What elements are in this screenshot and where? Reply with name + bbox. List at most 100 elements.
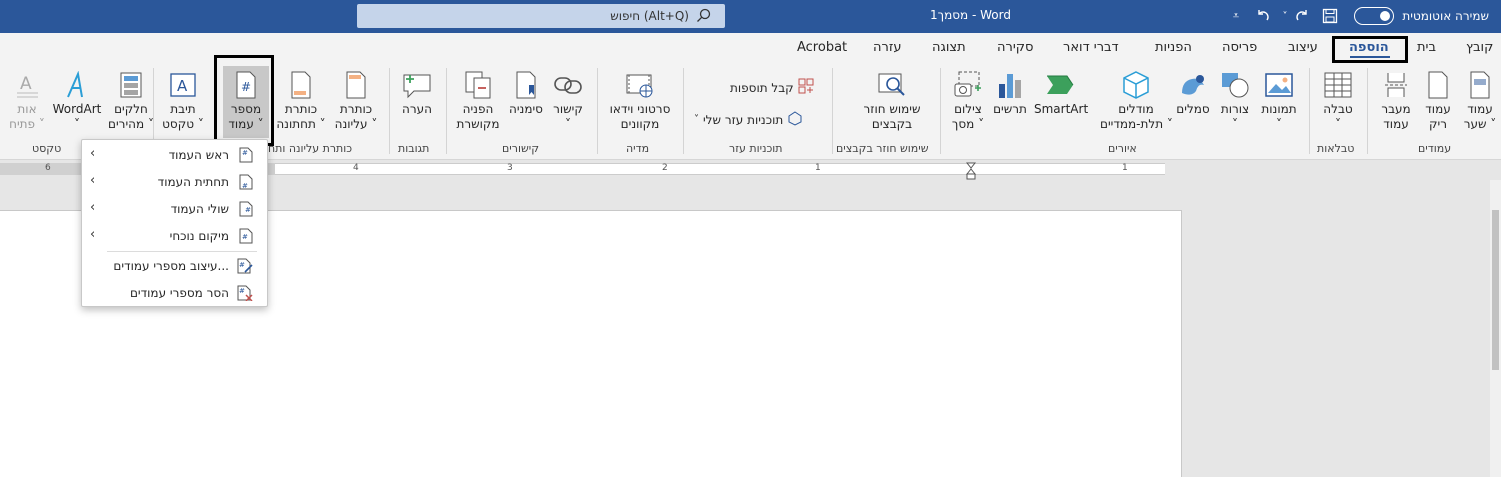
menu-item-current-position[interactable]: ‹ מיקום נוכחי # [82, 223, 267, 249]
pictures-icon [1264, 68, 1294, 102]
text-box-button[interactable]: A תיבת טקסט ˅ [160, 68, 206, 132]
shapes-button[interactable]: צורות ˅ [1216, 68, 1254, 132]
svg-text:#: # [242, 182, 248, 190]
tab-review[interactable]: סקירה [997, 40, 1033, 55]
pictures-button[interactable]: תמונות ˅ [1256, 68, 1302, 132]
group-separator [389, 68, 390, 154]
bookmark-button[interactable]: סימניה [505, 68, 547, 117]
title-bar: שמירה אוטומטית ˅ ⩡ מסמך1 - Word חיפוש (A… [0, 0, 1501, 33]
blank-page-icon [1423, 68, 1453, 102]
ruler-number: 6 [45, 163, 51, 173]
text-box-label-1: תיבת [170, 102, 196, 116]
chart-label-1: תרשים [993, 102, 1027, 116]
chevron-left-icon: ‹ [90, 227, 96, 242]
tab-help[interactable]: עזרה [873, 40, 901, 55]
chart-button[interactable]: תרשים [990, 68, 1030, 117]
drop-cap-button[interactable]: A אות פתיח ˅ [4, 68, 50, 132]
redo-icon[interactable] [1292, 6, 1312, 26]
wordart-label-2: ˅ [74, 117, 80, 131]
chevron-down-icon: ˅ [694, 114, 699, 125]
customize-toolbar-icon[interactable]: ⩡ [1226, 6, 1246, 26]
tab-home[interactable]: בית [1417, 40, 1436, 55]
menu-item-top-of-page[interactable]: ‹ ראש העמוד # [82, 142, 267, 168]
chevron-left-icon: ‹ [90, 146, 96, 161]
comment-button[interactable]: הערה [396, 68, 438, 117]
group-separator [1367, 68, 1368, 154]
smartart-button[interactable]: SmartArt [1034, 68, 1089, 117]
tab-mailings[interactable]: דברי דואר [1063, 40, 1119, 55]
cover-page-button[interactable]: עמוד שער ˅ [1460, 68, 1500, 132]
text-box-label-2: טקסט ˅ [162, 117, 204, 131]
cover-page-label-2: שער ˅ [1463, 117, 1497, 131]
drop-cap-label-1: אות [17, 102, 37, 116]
scroll-thumb[interactable] [1492, 210, 1499, 370]
cross-reference-button[interactable]: הפניה מקושרת [452, 68, 504, 132]
screenshot-icon [953, 68, 983, 102]
svg-text:#: # [239, 261, 245, 269]
blank-page-button[interactable]: עמוד ריק [1420, 68, 1456, 132]
reuse-files-button[interactable]: שימוש חוזר בקבצים [850, 68, 934, 132]
wordart-button[interactable]: WordArt ˅ [52, 68, 102, 132]
get-addins-button[interactable]: קבל תוספות [730, 78, 814, 97]
link-icon [553, 68, 583, 102]
menu-item-label: ראש העמוד [168, 148, 229, 162]
screenshot-button[interactable]: צילום מסך ˅ [948, 68, 988, 132]
my-addins-button[interactable]: תוכניות עזר שלי ˅ [694, 110, 803, 129]
store-icon [798, 78, 814, 97]
tab-acrobat[interactable]: Acrobat [797, 40, 847, 55]
active-tab-underline [1350, 56, 1390, 58]
undo-dropdown-icon[interactable]: ˅ [1275, 6, 1295, 26]
pictures-label-1: תמונות [1261, 102, 1297, 116]
tab-design[interactable]: עיצוב [1288, 40, 1318, 55]
chevron-left-icon: ‹ [90, 173, 96, 188]
svg-text:#: # [242, 233, 248, 241]
link-label-1: קישור [553, 102, 583, 116]
group-tables-label: טבלאות [1317, 142, 1355, 155]
save-icon[interactable] [1320, 6, 1340, 26]
icons-icon [1178, 68, 1208, 102]
cover-page-icon [1465, 68, 1495, 102]
page-number-doc-icon: # [239, 147, 253, 166]
icons-button[interactable]: סמלים [1174, 68, 1212, 117]
menu-item-bottom-of-page[interactable]: ‹ תחתית העמוד # [82, 169, 267, 195]
document-title: מסמך1 - Word [930, 8, 1011, 22]
remove-page-numbers-icon: # [237, 285, 253, 304]
cross-reference-label-1: הפניה [462, 102, 494, 116]
search-box[interactable]: חיפוש (Alt+Q) [357, 4, 725, 28]
footer-icon [286, 68, 316, 102]
quick-parts-button[interactable]: חלקים מהירים ˅ [104, 68, 158, 132]
autosave-toggle[interactable] [1354, 7, 1395, 25]
text-box-icon: A [168, 68, 198, 102]
online-video-label-2: מקוונים [620, 117, 660, 131]
menu-item-remove-page-numbers[interactable]: הסר מספרי עמודים # [82, 280, 267, 306]
smartart-label-1: SmartArt [1034, 102, 1089, 116]
shapes-icon [1220, 68, 1250, 102]
3d-models-label-1: מודלים [1118, 102, 1154, 116]
table-label-2: ˅ [1335, 117, 1341, 131]
comment-icon [402, 68, 432, 102]
menu-item-page-margins[interactable]: ‹ שולי העמוד # [82, 196, 267, 222]
chevron-left-icon: ‹ [90, 200, 96, 215]
3d-models-button[interactable]: מודלים תלת-ממדיים ˅ [1100, 68, 1173, 132]
table-button[interactable]: טבלה ˅ [1318, 68, 1358, 132]
page-break-label-1: מעבר [1381, 102, 1411, 116]
link-button[interactable]: קישור ˅ [548, 68, 588, 132]
svg-text:#: # [242, 149, 248, 157]
menu-separator [107, 251, 257, 252]
autosave-control[interactable]: שמירה אוטומטית [1354, 7, 1489, 25]
undo-icon[interactable] [1253, 6, 1273, 26]
tab-references[interactable]: הפניות [1155, 40, 1192, 55]
tab-file[interactable]: קובץ [1466, 40, 1493, 55]
footer-button[interactable]: כותרת תחתונה ˅ [274, 68, 328, 132]
page-number-doc-icon: # [239, 228, 253, 247]
page-break-button[interactable]: מעבר עמוד [1376, 68, 1416, 132]
header-label-1: כותרת [339, 102, 373, 116]
tab-view[interactable]: תצוגה [932, 40, 966, 55]
tab-layout[interactable]: פריסה [1222, 40, 1257, 55]
header-button[interactable]: כותרת עליונה ˅ [330, 68, 382, 132]
group-header-footer-label: כותרת עליונה ותח [268, 142, 353, 155]
vertical-scrollbar[interactable] [1490, 180, 1501, 477]
wordart-label-1: WordArt [52, 102, 102, 116]
menu-item-format-page-numbers[interactable]: עיצוב מספרי עמודים... # [82, 253, 267, 279]
online-video-button[interactable]: סרטוני וידאו מקוונים [604, 68, 676, 132]
